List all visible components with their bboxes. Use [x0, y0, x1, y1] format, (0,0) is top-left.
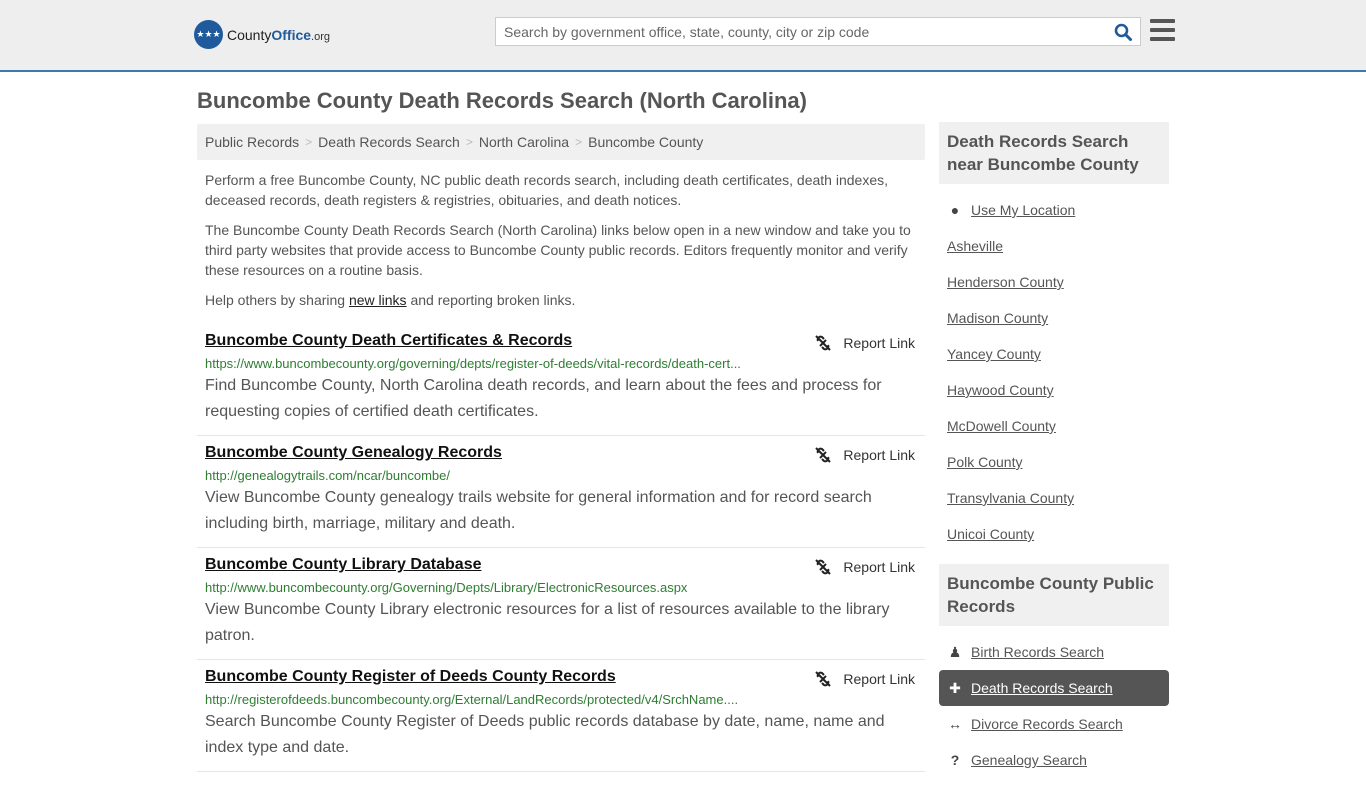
result-item: Buncombe County Register of Deeds County…	[197, 660, 925, 772]
arrows-h-icon: ↔	[948, 716, 962, 732]
broken-link-icon	[815, 335, 832, 351]
nearby-item: McDowell County	[939, 408, 1169, 444]
result-url: http://registerofdeeds.buncombecounty.or…	[205, 692, 739, 707]
report-link-button[interactable]: Report Link	[815, 335, 915, 351]
breadcrumb: Public Records > Death Records Search > No…	[197, 124, 925, 160]
report-link-button[interactable]: Report Link	[815, 447, 915, 463]
public-records-list: ♟ Birth Records Search ✚ Death Records Sea…	[939, 626, 1169, 790]
result-item: Buncombe County Genealogy Records Report…	[197, 436, 925, 548]
nearby-item: Asheville	[939, 228, 1169, 264]
nearby-item: Madison County	[939, 300, 1169, 336]
result-description: Find Buncombe County, North Carolina dea…	[205, 377, 882, 420]
nearby-item: Haywood County	[939, 372, 1169, 408]
result-url: https://www.buncombecounty.org/governing…	[205, 356, 741, 371]
genealogy-search-link[interactable]: Genealogy Search	[971, 752, 1087, 768]
new-links-link[interactable]: new links	[349, 292, 407, 308]
death-records-link[interactable]: Death Records Search	[971, 680, 1113, 696]
breadcrumb-item[interactable]: North Carolina	[479, 134, 569, 150]
birth-records-link[interactable]: Birth Records Search	[971, 644, 1104, 660]
nearby-link[interactable]: Madison County	[947, 310, 1048, 326]
nearby-link[interactable]: Henderson County	[947, 274, 1064, 290]
nearby-link[interactable]: Yancey County	[947, 346, 1041, 362]
breadcrumb-separator: >	[465, 135, 473, 149]
search-bar	[495, 17, 1141, 46]
eagle-logo-icon: ★★★	[194, 20, 223, 49]
nearby-item: Unicoi County	[939, 516, 1169, 552]
breadcrumb-separator: >	[305, 135, 313, 149]
hamburger-menu-icon[interactable]	[1150, 19, 1175, 41]
nearby-item: Yancey County	[939, 336, 1169, 372]
public-record-item: ♟ Birth Records Search	[939, 634, 1169, 670]
search-icon	[1114, 23, 1132, 41]
page-title: Buncombe County Death Records Search (No…	[197, 88, 807, 113]
logo[interactable]: ★★★ CountyOffice.org	[194, 20, 330, 49]
result-title-link[interactable]: Buncombe County Genealogy Records	[205, 444, 502, 461]
child-icon: ♟	[948, 643, 962, 660]
result-title-link[interactable]: Buncombe County Death Certificates & Rec…	[205, 332, 572, 349]
nearby-link[interactable]: Unicoi County	[947, 526, 1034, 542]
use-location-item: ● Use My Location	[939, 192, 1169, 228]
nearby-item: Transylvania County	[939, 480, 1169, 516]
broken-link-icon	[815, 671, 832, 687]
sidebar: Death Records Search near Buncombe Count…	[939, 122, 1169, 790]
nearby-heading: Death Records Search near Buncombe Count…	[939, 122, 1169, 184]
result-item: Buncombe County Death Certificates & Rec…	[197, 324, 925, 436]
nearby-link[interactable]: Transylvania County	[947, 490, 1074, 506]
breadcrumb-item[interactable]: Public Records	[205, 134, 299, 150]
main-content: Public Records > Death Records Search > No…	[197, 124, 925, 772]
nearby-item: Henderson County	[939, 264, 1169, 300]
result-url: http://www.buncombecounty.org/Governing/…	[205, 580, 688, 595]
nearby-link[interactable]: Asheville	[947, 238, 1003, 254]
public-record-item-active: ✚ Death Records Search	[939, 670, 1169, 706]
result-description: View Buncombe County Library electronic …	[205, 601, 890, 644]
logo-text: CountyOffice.org	[227, 26, 331, 43]
intro-paragraph: The Buncombe County Death Records Search…	[205, 222, 911, 278]
breadcrumb-separator: >	[575, 135, 583, 149]
breadcrumb-item[interactable]: Buncombe County	[588, 134, 703, 150]
search-button[interactable]	[1106, 18, 1140, 45]
nearby-item: Polk County	[939, 444, 1169, 480]
result-title-link[interactable]: Buncombe County Register of Deeds County…	[205, 668, 616, 685]
intro-paragraph: Perform a free Buncombe County, NC publi…	[205, 172, 888, 208]
plus-icon: ✚	[949, 679, 961, 696]
report-link-button[interactable]: Report Link	[815, 671, 915, 687]
result-title-link[interactable]: Buncombe County Library Database	[205, 556, 482, 573]
result-item: Buncombe County Library Database Report …	[197, 548, 925, 660]
intro-paragraph: Help others by sharing new links and rep…	[205, 292, 576, 308]
use-location-link[interactable]: Use My Location	[971, 202, 1075, 218]
divorce-records-link[interactable]: Divorce Records Search	[971, 716, 1123, 732]
breadcrumb-item[interactable]: Death Records Search	[318, 134, 460, 150]
result-description: Search Buncombe County Register of Deeds…	[205, 713, 885, 756]
result-description: View Buncombe County genealogy trails we…	[205, 489, 872, 532]
result-url: http://genealogytrails.com/ncar/buncombe…	[205, 468, 450, 483]
nearby-link[interactable]: Polk County	[947, 454, 1022, 470]
nearby-list: ● Use My Location Asheville Henderson Cou…	[939, 184, 1169, 564]
broken-link-icon	[815, 559, 832, 575]
question-icon: ?	[950, 752, 960, 768]
broken-link-icon	[815, 447, 832, 463]
map-marker-icon: ●	[950, 202, 960, 218]
nearby-link[interactable]: McDowell County	[947, 418, 1056, 434]
public-record-item: ? Genealogy Search	[939, 742, 1169, 778]
report-link-button[interactable]: Report Link	[815, 559, 915, 575]
public-record-item: ↔ Divorce Records Search	[939, 706, 1169, 742]
search-input[interactable]	[496, 18, 1106, 45]
intro: Perform a free Buncombe County, NC publi…	[197, 170, 925, 310]
header: ★★★ CountyOffice.org	[0, 0, 1366, 72]
nearby-link[interactable]: Haywood County	[947, 382, 1054, 398]
public-records-heading: Buncombe County Public Records	[939, 564, 1169, 626]
